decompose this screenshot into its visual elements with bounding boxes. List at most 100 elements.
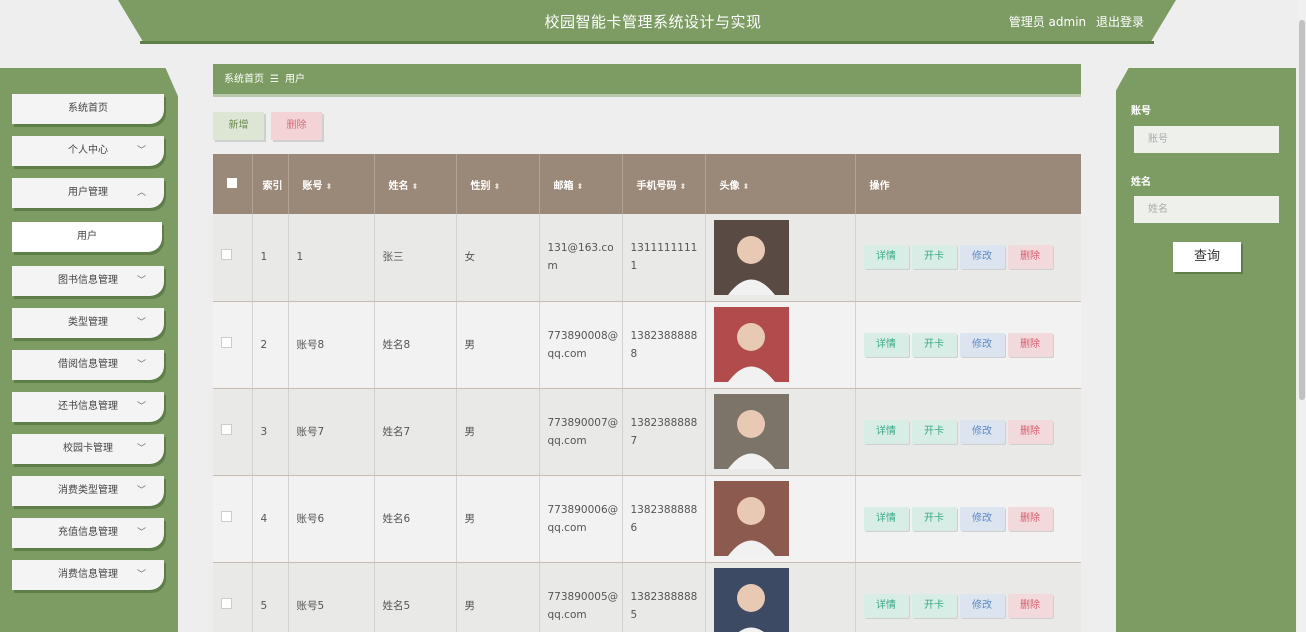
cell-actions: 详情 开卡 修改 删除	[855, 475, 1081, 563]
header-gender[interactable]: 性别 ⬍	[456, 154, 540, 214]
user-table-container: 索引 账号 ⬍ 姓名 ⬍ 性别 ⬍ 邮箱 ⬍ 手机号码 ⬍ 头像 ⬍ 操作 1 1 张三女 131…	[213, 154, 1081, 632]
sidebar-item-11[interactable]: 消费信息管理 ﹀	[12, 560, 164, 590]
delete-row-button[interactable]: 删除	[1007, 245, 1053, 270]
cell-email: 773890008@qq.com	[539, 301, 623, 389]
breadcrumb-current: 用户	[284, 74, 305, 85]
header-actions: 操作	[855, 154, 1081, 214]
avatar	[713, 394, 789, 469]
delete-row-button[interactable]: 删除	[1007, 332, 1053, 357]
open-card-button[interactable]: 开卡	[911, 593, 957, 618]
cell-gender: 女	[456, 214, 540, 302]
page-scrollbar-thumb[interactable]	[1299, 20, 1305, 400]
table-row: 5 账号5 姓名5 男 773890005@qq.com 13823888885 详情 开卡修…	[213, 562, 1081, 632]
row-checkbox[interactable]	[221, 249, 232, 261]
avatar	[713, 568, 789, 632]
sidebar-item-9[interactable]: 消费类型管理 ﹀	[12, 476, 164, 506]
edit-button[interactable]: 修改	[959, 245, 1005, 270]
query-button[interactable]: 查询	[1173, 242, 1241, 272]
header-select-all[interactable]	[213, 154, 253, 214]
open-card-button[interactable]: 开卡	[911, 419, 957, 444]
header-email[interactable]: 邮箱 ⬍	[539, 154, 623, 214]
cell-index: 5	[252, 562, 289, 632]
header-phone-label: 手机号码	[636, 180, 677, 192]
sidebar-item-10[interactable]: 充值信息管理 ﹀	[12, 518, 164, 548]
cell-index: 3	[252, 388, 289, 476]
chevron-down-icon: ﹀	[136, 360, 146, 370]
logout-link[interactable]: 退出登录	[1096, 15, 1144, 29]
header-phone[interactable]: 手机号码 ⬍	[622, 154, 706, 214]
header-avatar[interactable]: 头像 ⬍	[705, 154, 856, 214]
detail-button[interactable]: 详情	[863, 506, 909, 531]
header-name[interactable]: 姓名 ⬍	[374, 154, 457, 214]
breadcrumb: 系统首页 ☰ 用户	[213, 64, 1081, 97]
cell-gender: 男	[456, 301, 540, 389]
edit-button[interactable]: 修改	[959, 593, 1005, 618]
sort-icon[interactable]: ⬍	[577, 182, 584, 191]
sort-icon[interactable]: ⬍	[412, 182, 419, 191]
delete-row-button[interactable]: 删除	[1007, 419, 1053, 444]
open-card-button[interactable]: 开卡	[911, 332, 957, 357]
cell-account: 账号7	[288, 388, 375, 476]
detail-button[interactable]: 详情	[863, 245, 909, 270]
sidebar-item-5[interactable]: 类型管理 ﹀	[12, 308, 164, 338]
cell-phone: 13111111111	[622, 214, 706, 302]
sort-icon[interactable]: ⬍	[743, 182, 750, 191]
sidebar-item-7[interactable]: 还书信息管理 ﹀	[12, 392, 164, 422]
edit-button[interactable]: 修改	[959, 332, 1005, 357]
sidebar-item-label: 用户管理	[68, 187, 108, 198]
chevron-down-icon: ﹀	[136, 276, 146, 286]
select-all-checkbox[interactable]	[227, 177, 237, 188]
cell-index: 1	[252, 214, 289, 302]
sort-icon[interactable]: ⬍	[680, 182, 687, 191]
cell-avatar	[705, 388, 856, 476]
sidebar-item-1[interactable]: 个人中心 ﹀	[12, 136, 164, 166]
sidebar-item-8[interactable]: 校园卡管理 ﹀	[12, 434, 164, 464]
row-checkbox[interactable]	[221, 423, 232, 435]
chevron-down-icon: ﹀	[136, 402, 146, 412]
header-name-label: 姓名	[388, 180, 409, 192]
cell-gender: 男	[456, 475, 540, 563]
header-avatar-label: 头像	[719, 180, 740, 192]
sidebar-item-0[interactable]: 系统首页	[12, 94, 164, 124]
edit-button[interactable]: 修改	[959, 419, 1005, 444]
cell-name: 姓名6	[374, 475, 457, 563]
detail-button[interactable]: 详情	[863, 419, 909, 444]
sidebar-item-2[interactable]: 用户管理 ︿	[12, 178, 164, 208]
cell-gender: 男	[456, 562, 540, 632]
detail-button[interactable]: 详情	[863, 332, 909, 357]
sidebar-item-label: 消费类型管理	[58, 485, 118, 496]
avatar	[713, 481, 789, 556]
table-row: 1 1 张三女 131@163.com 13111111111 详情 开卡 修改 删除	[213, 214, 1081, 302]
name-search-input[interactable]	[1134, 196, 1279, 223]
header-gender-label: 性别	[470, 180, 491, 192]
sort-icon[interactable]: ⬍	[326, 182, 333, 191]
chevron-up-icon: ︿	[136, 188, 146, 198]
cell-account: 账号6	[288, 475, 375, 563]
sidebar-item-label: 还书信息管理	[58, 401, 118, 412]
cell-phone: 13823888886	[622, 475, 706, 563]
account-search-label: 账号	[1131, 106, 1151, 117]
table-row: 4 账号6 姓名6 男 773890006@qq.com 13823888886 详情 开卡修…	[213, 475, 1081, 563]
account-search-input[interactable]	[1134, 126, 1279, 153]
open-card-button[interactable]: 开卡	[911, 506, 957, 531]
delete-row-button[interactable]: 删除	[1007, 593, 1053, 618]
open-card-button[interactable]: 开卡	[911, 245, 957, 270]
row-checkbox[interactable]	[221, 336, 232, 348]
name-search-label: 姓名	[1131, 177, 1151, 188]
chevron-down-icon: ﹀	[136, 318, 146, 328]
edit-button[interactable]: 修改	[959, 506, 1005, 531]
sort-icon[interactable]: ⬍	[494, 182, 501, 191]
sidebar-item-3[interactable]: 用户	[12, 222, 162, 252]
delete-row-button[interactable]: 删除	[1007, 506, 1053, 531]
sidebar-item-6[interactable]: 借阅信息管理 ﹀	[12, 350, 164, 380]
header-account[interactable]: 账号 ⬍	[288, 154, 375, 214]
detail-button[interactable]: 详情	[863, 593, 909, 618]
row-checkbox[interactable]	[221, 597, 232, 609]
breadcrumb-separator-icon: ☰	[270, 74, 279, 85]
add-button[interactable]: 新增	[213, 112, 264, 140]
breadcrumb-home[interactable]: 系统首页	[224, 74, 264, 85]
sidebar-item-4[interactable]: 图书信息管理 ﹀	[12, 266, 164, 296]
bulk-delete-button[interactable]: 删除	[271, 112, 322, 140]
row-checkbox[interactable]	[221, 510, 232, 522]
row-select-cell	[213, 475, 253, 563]
